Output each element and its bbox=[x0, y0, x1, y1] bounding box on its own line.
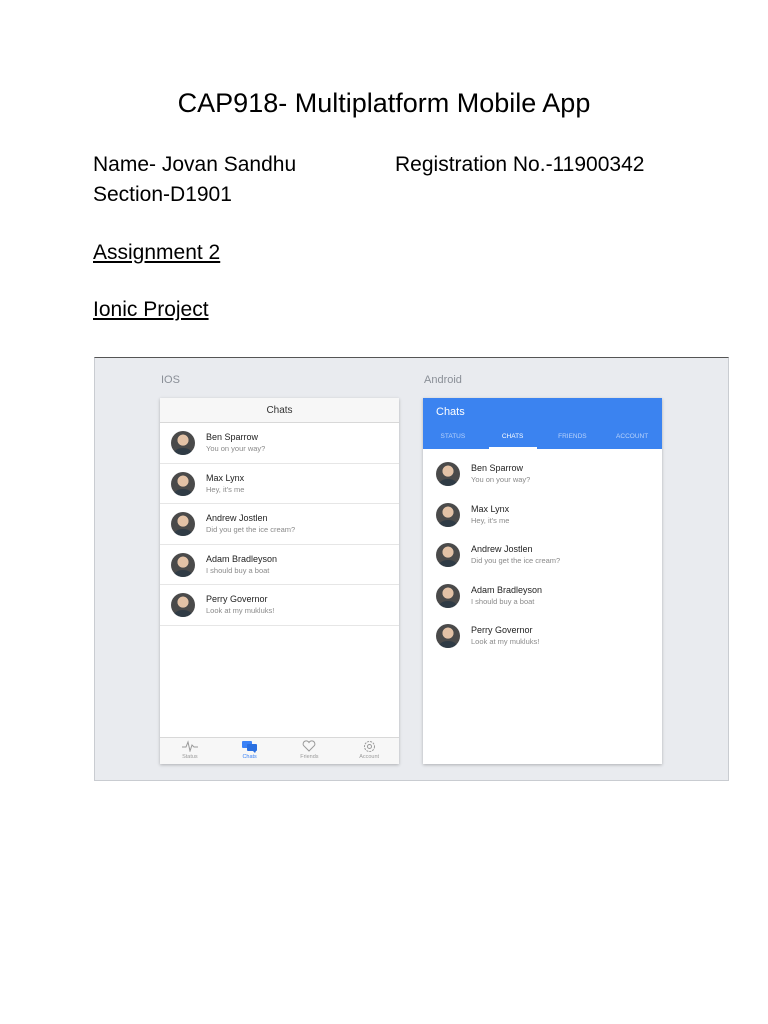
section: Section-D1901 bbox=[93, 183, 232, 206]
android-phone-screen: Chats STATUS CHATS FRIENDS ACCOUNT Ben S… bbox=[423, 398, 662, 764]
avatar bbox=[436, 543, 460, 568]
ios-chat-list: Ben Sparrow You on your way? Max Lynx He… bbox=[160, 423, 399, 626]
avatar bbox=[171, 552, 195, 577]
chat-list-item[interactable]: Adam Bradleyson I should buy a boat bbox=[160, 545, 399, 585]
android-tabs: STATUS CHATS FRIENDS ACCOUNT bbox=[423, 427, 662, 449]
tab-label: Account bbox=[359, 754, 380, 760]
chat-list-item[interactable]: Max Lynx Hey, it's me bbox=[423, 495, 662, 536]
ios-label: IOS bbox=[161, 374, 180, 386]
chat-message: Hey, it's me bbox=[471, 515, 510, 525]
chat-list-item[interactable]: Andrew Jostlen Did you get the ice cream… bbox=[423, 535, 662, 576]
tab-account[interactable]: ACCOUNT bbox=[602, 427, 662, 449]
tab-friends[interactable]: Friends bbox=[280, 738, 340, 764]
tab-chats[interactable]: Chats bbox=[220, 738, 280, 764]
chat-message: Did you get the ice cream? bbox=[206, 525, 296, 534]
heart-icon bbox=[280, 738, 340, 754]
chat-name: Ben Sparrow bbox=[206, 432, 259, 442]
chat-message: I should buy a boat bbox=[471, 596, 535, 606]
android-toolbar: Chats STATUS CHATS FRIENDS ACCOUNT bbox=[423, 398, 662, 449]
chat-list-item[interactable]: Max Lynx Hey, it's me bbox=[160, 464, 399, 504]
tab-status[interactable]: STATUS bbox=[423, 427, 483, 449]
chat-message: I should buy a boat bbox=[206, 565, 270, 575]
android-chat-list: Ben Sparrow You on your way? Max Lynx He… bbox=[423, 449, 662, 657]
chat-name: Adam Bradleyson bbox=[206, 553, 278, 564]
tab-status[interactable]: Status bbox=[160, 738, 220, 764]
chat-message: Did you get the ice cream? bbox=[471, 556, 561, 566]
tab-chats[interactable]: CHATS bbox=[483, 427, 543, 449]
avatar bbox=[171, 512, 195, 536]
chat-list-item[interactable]: Ben Sparrow You on your way? bbox=[423, 454, 662, 495]
tab-account[interactable]: Account bbox=[339, 738, 399, 764]
tab-label: Status bbox=[182, 754, 198, 760]
chat-list-item[interactable]: Adam Bradleyson I should buy a boat bbox=[423, 576, 662, 617]
avatar bbox=[171, 471, 195, 496]
registration-number: Registration No.-11900342 bbox=[395, 153, 645, 176]
chat-name: Adam Bradleyson bbox=[471, 584, 543, 595]
ios-header-title: Chats bbox=[160, 398, 399, 423]
chat-name: Max Lynx bbox=[206, 472, 245, 483]
gear-icon bbox=[339, 738, 399, 754]
chat-bubbles-icon bbox=[220, 738, 280, 754]
student-name: Name- Jovan Sandhu bbox=[93, 153, 297, 176]
assignment-heading: Assignment 2 bbox=[93, 241, 221, 264]
avatar bbox=[436, 624, 460, 649]
chat-name: Perry Governor bbox=[471, 625, 533, 636]
chat-name: Perry Governor bbox=[206, 594, 268, 604]
android-label: Android bbox=[424, 374, 462, 386]
chat-name: Andrew Jostlen bbox=[206, 513, 268, 523]
avatar bbox=[171, 431, 195, 455]
tab-label: Friends bbox=[300, 754, 319, 760]
chat-message: Look at my mukluks! bbox=[206, 606, 275, 615]
ios-phone-screen: Chats Ben Sparrow You on your way? Max L… bbox=[160, 398, 399, 764]
avatar bbox=[436, 502, 460, 527]
chat-list-item[interactable]: Andrew Jostlen Did you get the ice cream… bbox=[160, 504, 399, 545]
chat-list-item[interactable]: Ben Sparrow You on your way? bbox=[160, 423, 399, 464]
pulse-icon bbox=[160, 738, 220, 754]
chat-message: You on your way? bbox=[206, 444, 266, 453]
chat-name: Max Lynx bbox=[471, 503, 510, 514]
tab-label: Chats bbox=[242, 754, 257, 760]
app-screenshot-figure: IOS Android Chats Ben Sparrow You on you… bbox=[94, 357, 729, 781]
chat-name: Andrew Jostlen bbox=[471, 544, 533, 555]
chat-message: You on your way? bbox=[471, 475, 531, 484]
chat-list-item[interactable]: Perry Governor Look at my mukluks! bbox=[423, 616, 662, 657]
avatar bbox=[436, 583, 460, 608]
ios-tab-bar: Status Chats Friends Account bbox=[160, 737, 399, 764]
avatar bbox=[436, 462, 460, 486]
avatar bbox=[171, 593, 195, 617]
chat-name: Ben Sparrow bbox=[471, 463, 524, 473]
document-title: CAP918- Multiplatform Mobile App bbox=[177, 88, 591, 118]
tab-friends[interactable]: FRIENDS bbox=[543, 427, 603, 449]
chat-message: Look at my mukluks! bbox=[471, 637, 540, 647]
chat-list-item[interactable]: Perry Governor Look at my mukluks! bbox=[160, 585, 399, 626]
android-toolbar-title: Chats bbox=[436, 406, 465, 418]
project-heading: Ionic Project bbox=[93, 298, 209, 321]
chat-message: Hey, it's me bbox=[206, 484, 245, 494]
